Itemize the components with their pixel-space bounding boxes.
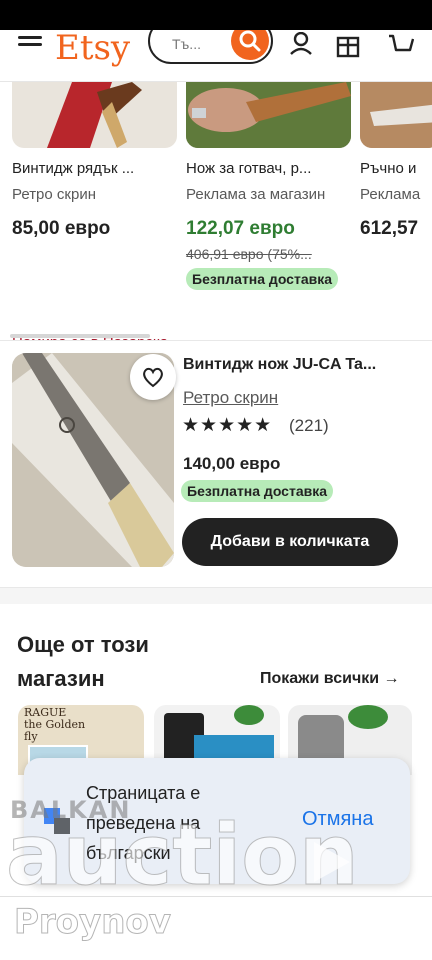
gift-icon[interactable] bbox=[335, 32, 361, 58]
card-title-1[interactable]: Винтидж рядък ... bbox=[12, 160, 177, 177]
show-all-link[interactable]: Покажи всички → bbox=[260, 670, 400, 688]
knife-image bbox=[360, 82, 432, 148]
book-cover-text: RAGUE the Golden fly bbox=[24, 706, 86, 743]
knife-image bbox=[47, 82, 142, 148]
free-shipping-badge-2: Безплатна доставка bbox=[186, 268, 339, 290]
listing-price: 140,00 евро bbox=[183, 454, 281, 473]
add-to-cart-button[interactable]: Добави в количката bbox=[182, 518, 398, 566]
search-placeholder: Тъ... bbox=[172, 36, 201, 52]
card-original-price-2: 406,91 евро (75%... bbox=[186, 246, 351, 262]
card-image-3[interactable] bbox=[360, 82, 432, 148]
menu-icon[interactable] bbox=[18, 34, 42, 58]
card-shop-3[interactable]: Реклама bbox=[360, 186, 432, 203]
card-title-3[interactable]: Ръчно и bbox=[360, 160, 432, 177]
listing-title[interactable]: Винтидж нож JU-CA Ta... bbox=[183, 356, 376, 374]
free-shipping-badge: Безплатна доставка bbox=[181, 480, 334, 502]
card-price-1: 85,00 евро bbox=[12, 218, 111, 239]
search-input[interactable]: Тъ... bbox=[148, 30, 273, 64]
review-count: (221) bbox=[289, 416, 329, 435]
card-shop-1[interactable]: Ретро скрин bbox=[12, 186, 177, 203]
search-icon bbox=[239, 30, 261, 52]
favorite-button[interactable] bbox=[130, 354, 176, 400]
original-price: 406,91 евро bbox=[186, 246, 264, 262]
search-button[interactable] bbox=[231, 30, 269, 60]
watermark-proynov: Proynov bbox=[14, 902, 172, 943]
cart-icon[interactable] bbox=[388, 32, 414, 58]
user-icon[interactable] bbox=[288, 32, 314, 58]
knife-image bbox=[186, 82, 351, 148]
heart-icon bbox=[143, 367, 163, 388]
rating-stars: ★★★★★ bbox=[182, 415, 273, 436]
watermark-auction: auction bbox=[6, 806, 360, 904]
card-price-3: 612,57 bbox=[360, 218, 419, 239]
discount-percent: (75%... bbox=[267, 246, 312, 262]
more-from-shop-heading: Още от този магазин bbox=[17, 632, 149, 691]
card-shop-2[interactable]: Реклама за магазин bbox=[186, 186, 351, 203]
card-image-2[interactable] bbox=[186, 82, 351, 148]
header: Etsy Тъ... bbox=[0, 30, 432, 82]
watermark-play-icon bbox=[314, 842, 350, 882]
etsy-logo[interactable]: Etsy bbox=[55, 30, 130, 66]
card-image-1[interactable] bbox=[12, 82, 177, 148]
carousel-scrollbar[interactable] bbox=[10, 334, 150, 338]
section-divider bbox=[0, 588, 432, 604]
card-title-2[interactable]: Нож за готвач, р... bbox=[186, 160, 351, 177]
listing-shop-link[interactable]: Ретро скрин bbox=[183, 388, 278, 408]
card-price-2: 122,07 евро bbox=[186, 218, 295, 239]
recommendations-carousel: Винтидж рядък ... Ретро скрин 85,00 евро… bbox=[0, 82, 432, 340]
